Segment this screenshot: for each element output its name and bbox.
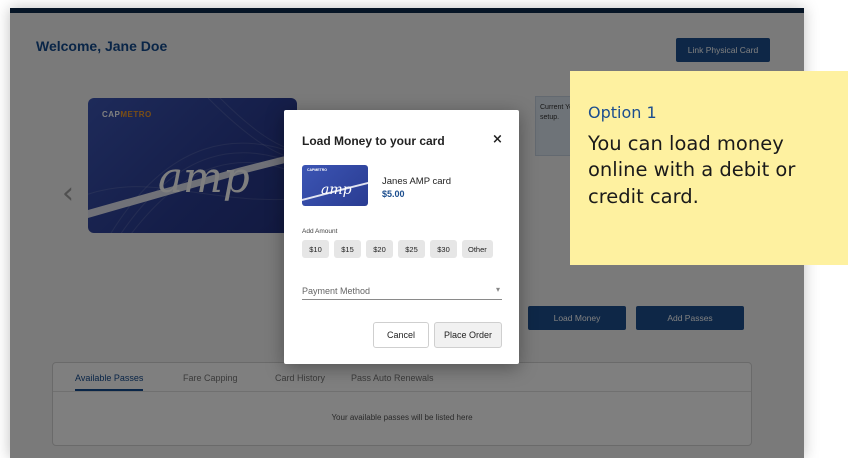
amount-options: $10 $15 $20 $25 $30 Other <box>302 240 493 258</box>
amount-other-button[interactable]: Other <box>462 240 493 258</box>
load-money-modal: Load Money to your card × CAPMETRO amp J… <box>284 110 519 364</box>
place-order-button[interactable]: Place Order <box>434 322 502 348</box>
modal-title: Load Money to your card <box>302 134 445 148</box>
callout-body: You can load money online with a debit o… <box>588 132 796 208</box>
card-thumbnail: CAPMETRO amp <box>302 165 368 206</box>
amount-10-button[interactable]: $10 <box>302 240 329 258</box>
amount-25-button[interactable]: $25 <box>398 240 425 258</box>
add-amount-label: Add Amount <box>302 228 338 235</box>
card-balance: $5.00 <box>382 189 405 199</box>
cancel-button[interactable]: Cancel <box>373 322 429 348</box>
close-icon[interactable]: × <box>492 132 503 147</box>
card-name: Janes AMP card <box>382 176 452 187</box>
callout-title: Option 1 <box>588 103 657 122</box>
payment-method-select[interactable]: Payment Method ▾ <box>302 285 502 300</box>
tutorial-callout: Option 1 You can load money online with … <box>570 71 848 265</box>
amount-15-button[interactable]: $15 <box>334 240 361 258</box>
mini-card-graphic: amp <box>302 182 368 201</box>
mini-card-logo: amp <box>321 182 352 198</box>
screenshot-stage: Welcome, Jane Doe Link Physical Card ‹ C… <box>0 0 848 458</box>
amount-30-button[interactable]: $30 <box>430 240 457 258</box>
chevron-down-icon: ▾ <box>495 285 500 294</box>
payment-method-placeholder: Payment Method <box>302 286 371 296</box>
amount-20-button[interactable]: $20 <box>366 240 393 258</box>
